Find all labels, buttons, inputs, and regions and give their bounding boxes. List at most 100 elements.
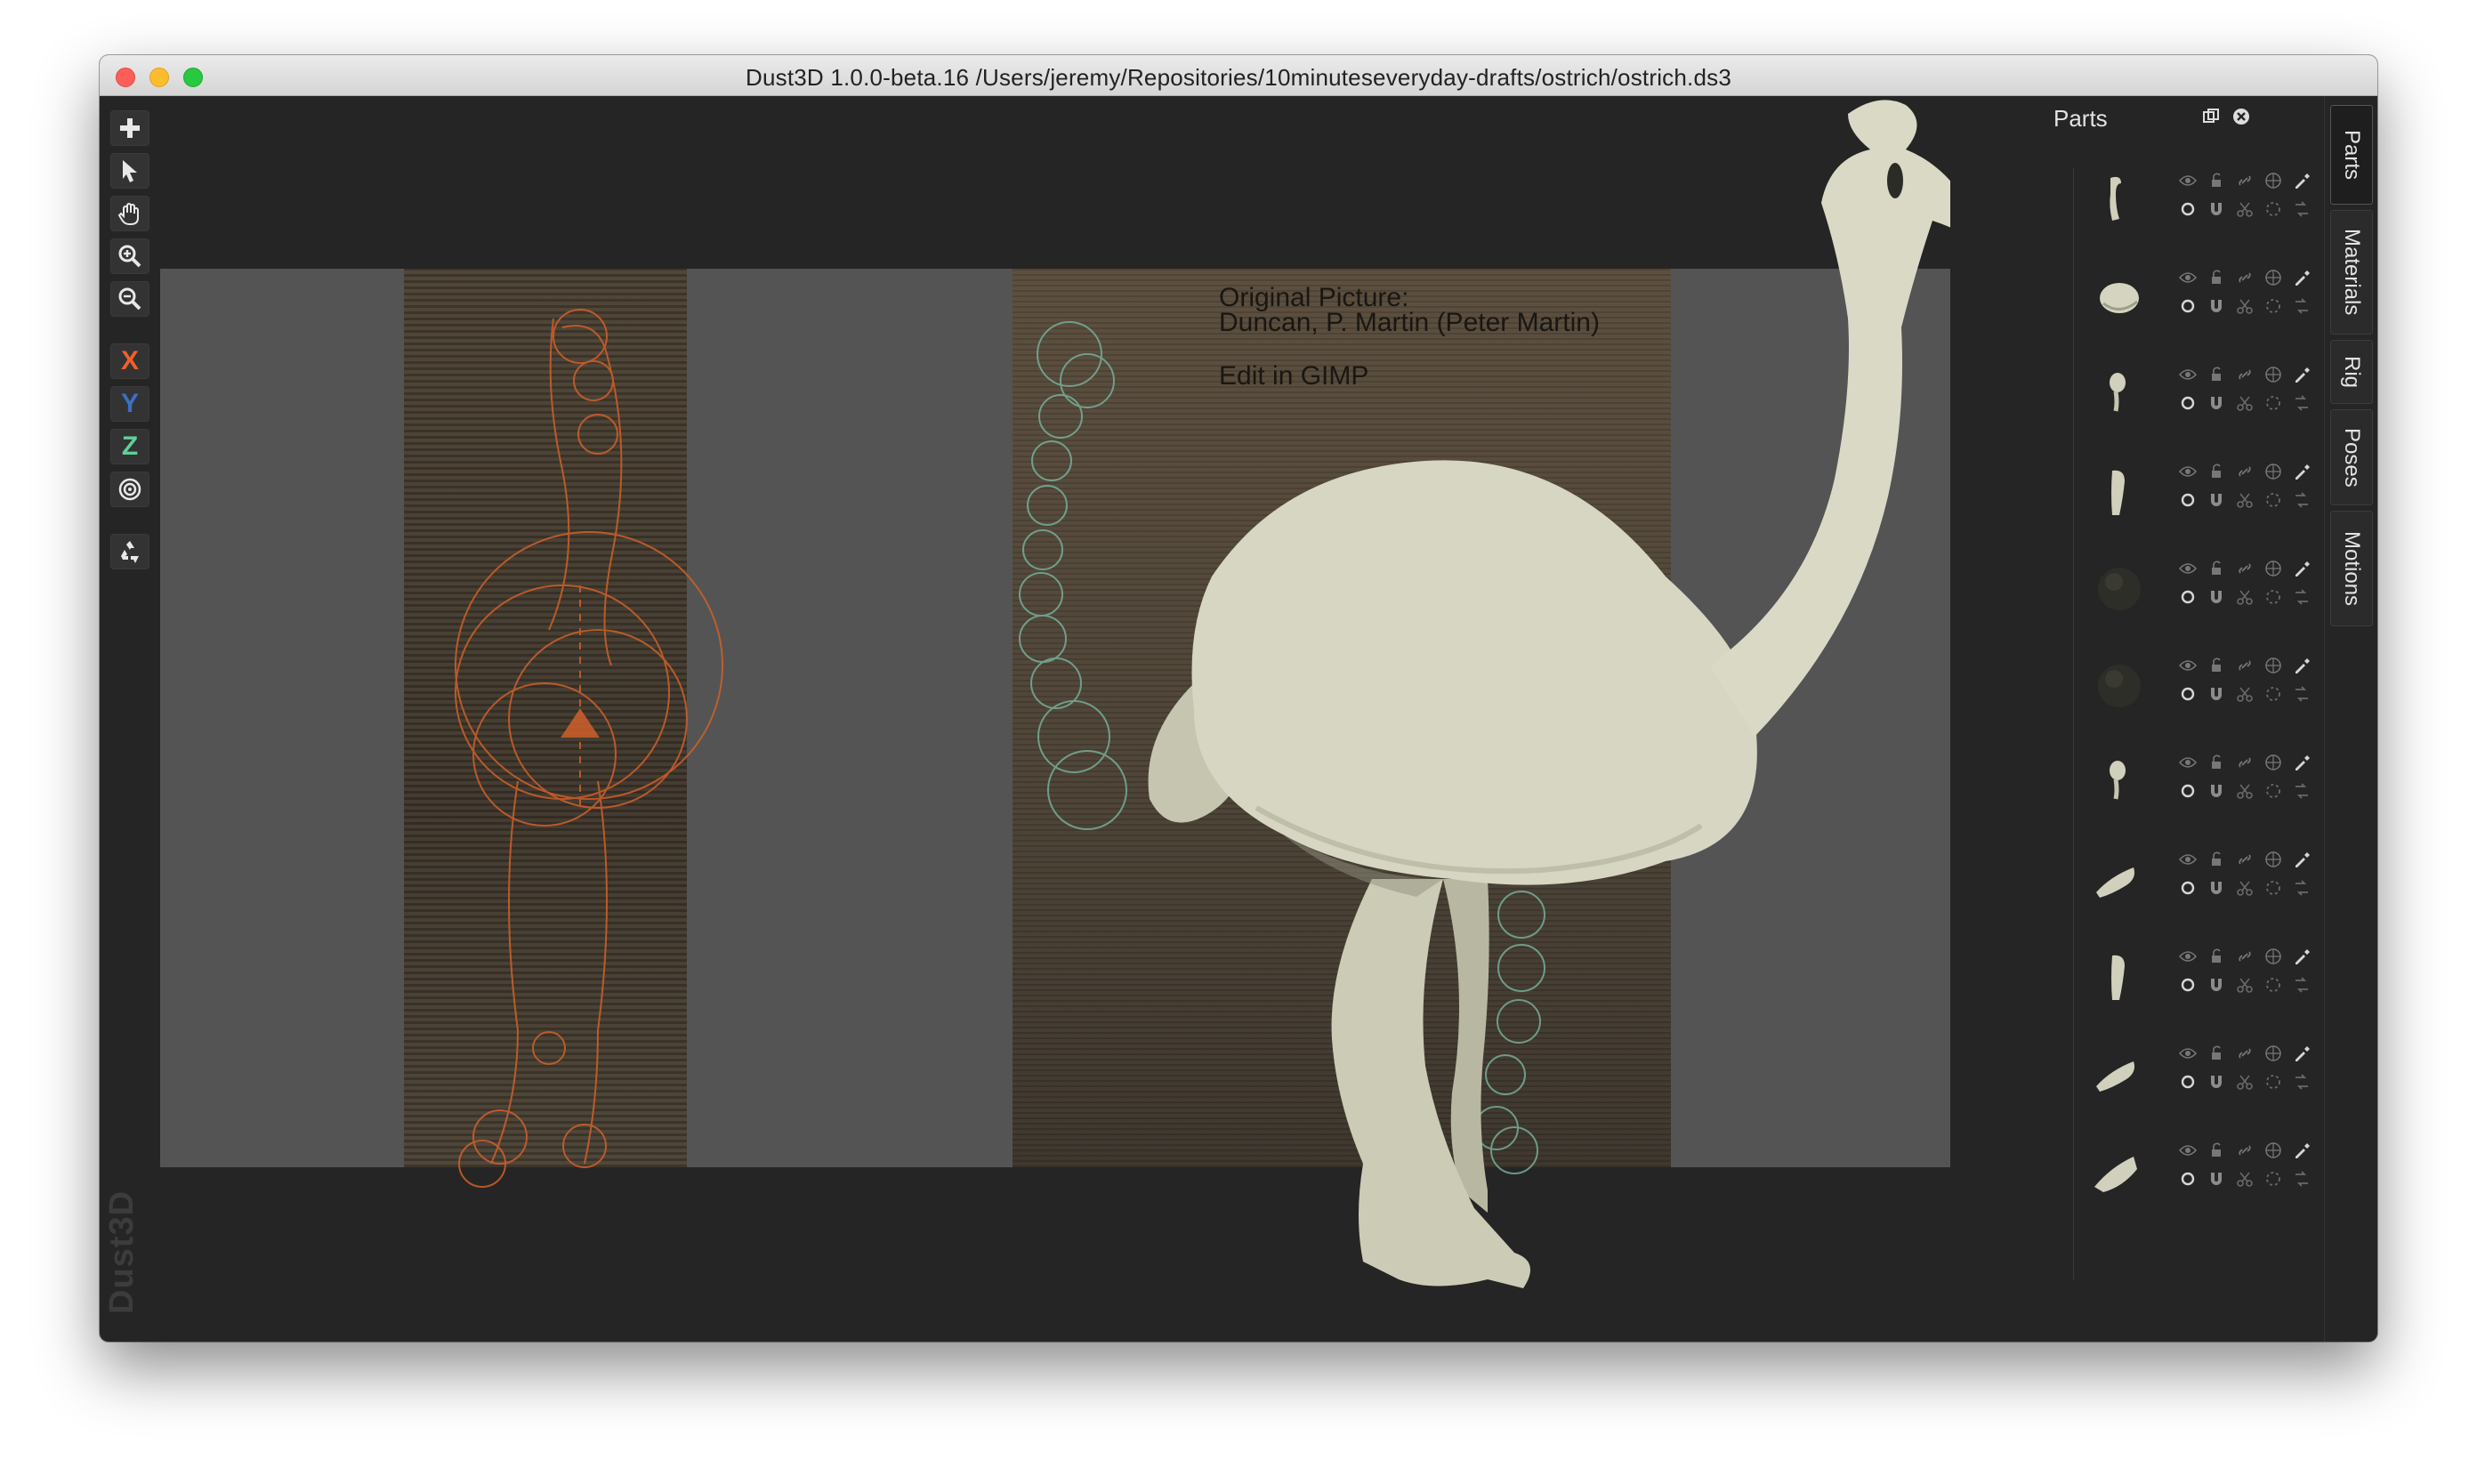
scissors-icon[interactable] — [2235, 878, 2255, 898]
part-thumbnail[interactable] — [2084, 458, 2155, 520]
tab-parts[interactable]: Parts — [2330, 105, 2373, 205]
flip-icon[interactable] — [2292, 490, 2312, 510]
magnet-icon[interactable] — [2207, 587, 2226, 607]
link-icon[interactable] — [2235, 1141, 2255, 1160]
magnet-icon[interactable] — [2207, 1072, 2226, 1092]
part-thumbnail[interactable] — [2084, 846, 2155, 908]
scissors-icon[interactable] — [2235, 684, 2255, 704]
circle-icon[interactable] — [2178, 199, 2198, 219]
unlock-icon[interactable] — [2207, 1044, 2226, 1063]
mesh-icon[interactable] — [2263, 753, 2283, 772]
color-picker-icon[interactable] — [2292, 462, 2312, 481]
mesh-icon[interactable] — [2263, 268, 2283, 287]
scissors-icon[interactable] — [2235, 1072, 2255, 1092]
part-thumbnail[interactable] — [2084, 167, 2155, 230]
flip-icon[interactable] — [2292, 1072, 2312, 1092]
link-icon[interactable] — [2235, 1044, 2255, 1063]
scissors-icon[interactable] — [2235, 975, 2255, 995]
dashed-circle-icon[interactable] — [2263, 587, 2283, 607]
magnet-icon[interactable] — [2207, 781, 2226, 801]
close-icon[interactable] — [2231, 107, 2251, 126]
tab-motions[interactable]: Motions — [2330, 511, 2373, 626]
circle-icon[interactable] — [2178, 393, 2198, 413]
dashed-circle-icon[interactable] — [2263, 296, 2283, 316]
unlock-icon[interactable] — [2207, 947, 2226, 966]
unlock-icon[interactable] — [2207, 753, 2226, 772]
tab-rig[interactable]: Rig — [2330, 340, 2373, 404]
mesh-icon[interactable] — [2263, 656, 2283, 675]
eye-icon[interactable] — [2178, 850, 2198, 869]
magnet-icon[interactable] — [2207, 199, 2226, 219]
mesh-icon[interactable] — [2263, 365, 2283, 384]
link-icon[interactable] — [2235, 559, 2255, 578]
unlock-icon[interactable] — [2207, 268, 2226, 287]
dashed-circle-icon[interactable] — [2263, 393, 2283, 413]
part-thumbnail[interactable] — [2084, 361, 2155, 423]
eye-icon[interactable] — [2178, 753, 2198, 772]
eye-icon[interactable] — [2178, 1141, 2198, 1160]
dashed-circle-icon[interactable] — [2263, 199, 2283, 219]
flip-icon[interactable] — [2292, 1169, 2312, 1189]
magnet-icon[interactable] — [2207, 296, 2226, 316]
magnet-icon[interactable] — [2207, 975, 2226, 995]
unlock-icon[interactable] — [2207, 850, 2226, 869]
eye-icon[interactable] — [2178, 268, 2198, 287]
magnet-icon[interactable] — [2207, 1169, 2226, 1189]
part-thumbnail[interactable] — [2084, 1137, 2155, 1199]
magnet-icon[interactable] — [2207, 393, 2226, 413]
radius-lock-button[interactable] — [110, 472, 149, 507]
scissors-icon[interactable] — [2235, 199, 2255, 219]
eye-icon[interactable] — [2178, 656, 2198, 675]
unlock-icon[interactable] — [2207, 365, 2226, 384]
flip-icon[interactable] — [2292, 684, 2312, 704]
link-icon[interactable] — [2235, 753, 2255, 772]
flip-icon[interactable] — [2292, 393, 2312, 413]
y-axis-lock-button[interactable]: Y — [110, 386, 149, 422]
part-thumbnail[interactable] — [2084, 1040, 2155, 1102]
x-axis-lock-button[interactable]: X — [110, 343, 149, 379]
part-item[interactable] — [2084, 828, 2315, 917]
scissors-icon[interactable] — [2235, 490, 2255, 510]
flip-icon[interactable] — [2292, 199, 2312, 219]
eye-icon[interactable] — [2178, 365, 2198, 384]
mesh-icon[interactable] — [2263, 1044, 2283, 1063]
eye-icon[interactable] — [2178, 559, 2198, 578]
mesh-icon[interactable] — [2263, 171, 2283, 190]
eye-icon[interactable] — [2178, 1044, 2198, 1063]
part-item[interactable] — [2084, 149, 2315, 238]
mesh-icon[interactable] — [2263, 850, 2283, 869]
eye-icon[interactable] — [2178, 462, 2198, 481]
part-thumbnail[interactable] — [2084, 749, 2155, 811]
circle-icon[interactable] — [2178, 587, 2198, 607]
part-item[interactable] — [2084, 343, 2315, 432]
color-picker-icon[interactable] — [2292, 1044, 2312, 1063]
flip-icon[interactable] — [2292, 296, 2312, 316]
flip-icon[interactable] — [2292, 878, 2312, 898]
dashed-circle-icon[interactable] — [2263, 1072, 2283, 1092]
unlock-icon[interactable] — [2207, 171, 2226, 190]
magnet-icon[interactable] — [2207, 878, 2226, 898]
tab-materials[interactable]: Materials — [2330, 210, 2373, 335]
flip-icon[interactable] — [2292, 975, 2312, 995]
color-picker-icon[interactable] — [2292, 753, 2312, 772]
z-axis-lock-button[interactable]: Z — [110, 429, 149, 464]
part-item[interactable] — [2084, 731, 2315, 820]
mesh-icon[interactable] — [2263, 462, 2283, 481]
flip-icon[interactable] — [2292, 587, 2312, 607]
dashed-circle-icon[interactable] — [2263, 878, 2283, 898]
part-item[interactable] — [2084, 440, 2315, 529]
unlock-icon[interactable] — [2207, 1141, 2226, 1160]
circle-icon[interactable] — [2178, 296, 2198, 316]
circle-icon[interactable] — [2178, 684, 2198, 704]
dashed-circle-icon[interactable] — [2263, 1169, 2283, 1189]
link-icon[interactable] — [2235, 462, 2255, 481]
add-node-button[interactable] — [110, 110, 149, 146]
mesh-icon[interactable] — [2263, 947, 2283, 966]
scissors-icon[interactable] — [2235, 296, 2255, 316]
float-window-icon[interactable] — [2201, 107, 2221, 126]
unlock-icon[interactable] — [2207, 462, 2226, 481]
circle-icon[interactable] — [2178, 975, 2198, 995]
link-icon[interactable] — [2235, 171, 2255, 190]
circle-icon[interactable] — [2178, 1072, 2198, 1092]
dashed-circle-icon[interactable] — [2263, 975, 2283, 995]
